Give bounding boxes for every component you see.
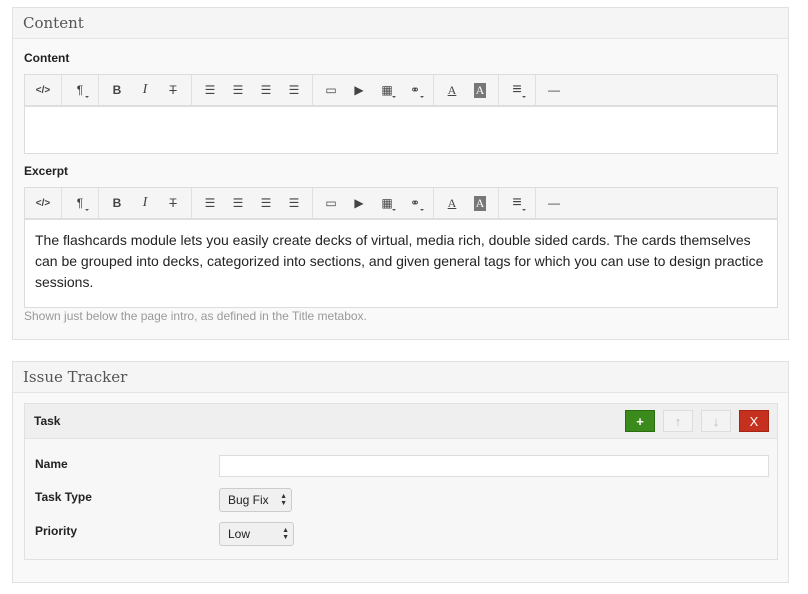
- bullet-list-button[interactable]: ☰: [196, 76, 224, 104]
- close-icon: X: [749, 413, 759, 429]
- highlight-icon: A: [473, 195, 487, 211]
- add-task-button[interactable]: +: [625, 410, 655, 432]
- insert-table-button[interactable]: ▦: [373, 189, 401, 217]
- insert-link-button[interactable]: ⚭: [401, 76, 429, 104]
- insert-video-button[interactable]: ▶: [345, 189, 373, 217]
- excerpt-field-label: Excerpt: [24, 164, 69, 178]
- highlight-button[interactable]: A: [466, 76, 494, 104]
- content-toolbar: </> ¶ B I T ☰ ☰ ☰ ☰ ▭ ▶ ▦ ⚭ A A ≡ —: [25, 75, 777, 107]
- content-metabox-title: Content: [13, 8, 788, 39]
- outdent-button[interactable]: ☰: [252, 76, 280, 104]
- align-button[interactable]: ≡: [503, 189, 531, 217]
- task-type-label: Task Type: [35, 490, 92, 504]
- horizontal-rule-button[interactable]: —: [540, 76, 568, 104]
- plus-icon: +: [636, 413, 644, 429]
- font-color-button[interactable]: A: [438, 76, 466, 104]
- name-label: Name: [35, 457, 68, 471]
- excerpt-hint: Shown just below the page intro, as defi…: [24, 309, 367, 323]
- indent-button[interactable]: ☰: [280, 189, 308, 217]
- excerpt-editor-body[interactable]: The flashcards module lets you easily cr…: [25, 220, 777, 303]
- issue-tracker-title: Issue Tracker: [13, 362, 788, 393]
- italic-button[interactable]: I: [131, 189, 159, 217]
- task-header: Task + ↑ ↓ X: [25, 404, 777, 439]
- issue-tracker-metabox: Issue Tracker Task + ↑ ↓ X Name Task Typ…: [12, 361, 789, 583]
- move-up-button[interactable]: ↑: [663, 410, 693, 432]
- move-down-button[interactable]: ↓: [701, 410, 731, 432]
- bold-button[interactable]: B: [103, 189, 131, 217]
- priority-select[interactable]: Low ▲ ▼: [219, 522, 294, 546]
- arrow-down-icon: ↓: [712, 413, 720, 429]
- font-color-button[interactable]: A: [438, 189, 466, 217]
- excerpt-toolbar: </> ¶ B I T ☰ ☰ ☰ ☰ ▭ ▶ ▦ ⚭ A A ≡ —: [25, 188, 777, 220]
- excerpt-editor: </> ¶ B I T ☰ ☰ ☰ ☰ ▭ ▶ ▦ ⚭ A A ≡ — The …: [24, 187, 778, 308]
- content-editor: </> ¶ B I T ☰ ☰ ☰ ☰ ▭ ▶ ▦ ⚭ A A ≡ —: [24, 74, 778, 154]
- priority-value: Low: [228, 527, 251, 541]
- insert-table-button[interactable]: ▦: [373, 76, 401, 104]
- align-button[interactable]: ≡: [503, 76, 531, 104]
- highlight-icon: A: [473, 82, 487, 98]
- strikethrough-button[interactable]: T: [159, 76, 187, 104]
- insert-image-button[interactable]: ▭: [317, 76, 345, 104]
- outdent-button[interactable]: ☰: [252, 189, 280, 217]
- insert-link-button[interactable]: ⚭: [401, 189, 429, 217]
- priority-label: Priority: [35, 524, 78, 538]
- task-title: Task: [34, 414, 61, 428]
- italic-button[interactable]: I: [131, 76, 159, 104]
- bold-button[interactable]: B: [103, 76, 131, 104]
- bullet-list-button[interactable]: ☰: [196, 189, 224, 217]
- select-arrows-icon: ▲ ▼: [280, 493, 287, 507]
- insert-image-button[interactable]: ▭: [317, 189, 345, 217]
- arrow-up-icon: ↑: [674, 413, 682, 429]
- paragraph-format-button[interactable]: ¶: [66, 76, 94, 104]
- task-panel: Task + ↑ ↓ X Name Task Type Bug Fix ▲ ▼ P…: [24, 403, 778, 560]
- strikethrough-button[interactable]: T: [159, 189, 187, 217]
- content-metabox: Content Content </> ¶ B I T ☰ ☰ ☰ ☰ ▭ ▶ …: [12, 7, 789, 340]
- indent-button[interactable]: ☰: [280, 76, 308, 104]
- task-type-select[interactable]: Bug Fix ▲ ▼: [219, 488, 292, 512]
- task-type-value: Bug Fix: [228, 493, 269, 507]
- highlight-button[interactable]: A: [466, 189, 494, 217]
- paragraph-format-button[interactable]: ¶: [66, 189, 94, 217]
- name-input[interactable]: [219, 455, 769, 477]
- numbered-list-button[interactable]: ☰: [224, 189, 252, 217]
- content-editor-body[interactable]: [25, 107, 777, 154]
- code-view-button[interactable]: </>: [29, 76, 57, 104]
- delete-task-button[interactable]: X: [739, 410, 769, 432]
- horizontal-rule-button[interactable]: —: [540, 189, 568, 217]
- insert-video-button[interactable]: ▶: [345, 76, 373, 104]
- numbered-list-button[interactable]: ☰: [224, 76, 252, 104]
- code-view-button[interactable]: </>: [29, 189, 57, 217]
- select-arrows-icon: ▲ ▼: [282, 527, 289, 541]
- content-field-label: Content: [24, 51, 70, 65]
